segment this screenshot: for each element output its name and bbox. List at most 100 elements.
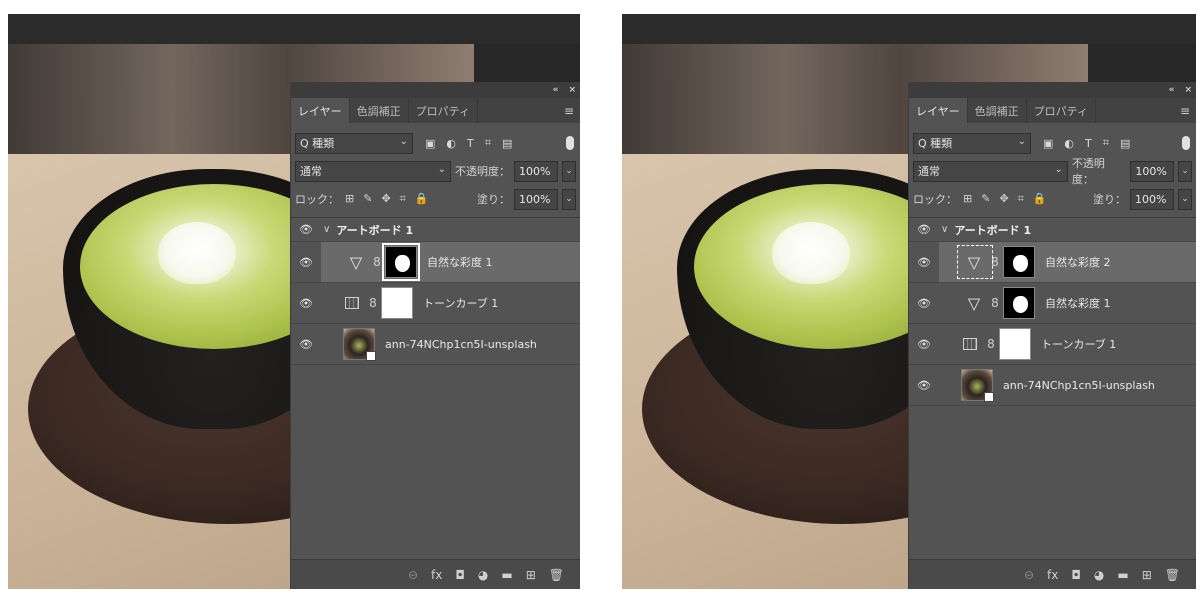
image-icon[interactable]: ▣ bbox=[425, 137, 435, 150]
type-icon[interactable]: T bbox=[467, 137, 474, 150]
eye-icon[interactable]: 👁 bbox=[291, 223, 321, 236]
close-icon[interactable]: × bbox=[568, 85, 576, 95]
blend-mode-select[interactable]: 通常 ⌄ bbox=[913, 160, 1068, 182]
trash-icon[interactable]: 🗑 bbox=[549, 568, 564, 582]
fill-field[interactable]: 100% bbox=[1130, 188, 1174, 210]
curves-icon bbox=[963, 338, 977, 350]
fill-dropdown-icon[interactable]: ⌄ bbox=[562, 188, 576, 210]
layer-row[interactable]: 👁 ann-74NChp1cn5I-unsplash bbox=[909, 365, 1196, 406]
new-layer-icon[interactable]: ⊞ bbox=[1142, 568, 1152, 582]
link-icon[interactable]: 8 bbox=[367, 296, 379, 310]
layer-mask-thumbnail[interactable] bbox=[381, 287, 413, 319]
eye-icon[interactable]: 👁 bbox=[291, 338, 321, 351]
eye-icon[interactable]: 👁 bbox=[909, 297, 939, 310]
opacity-field[interactable]: 100% bbox=[1130, 160, 1175, 182]
new-layer-icon[interactable]: ⊞ bbox=[526, 568, 536, 582]
filter-toggle[interactable] bbox=[1182, 136, 1190, 150]
link-icon[interactable]: 8 bbox=[371, 255, 383, 269]
layer-mask-thumbnail[interactable] bbox=[999, 328, 1031, 360]
fx-icon[interactable]: fx bbox=[431, 568, 442, 582]
opacity-dropdown-icon[interactable]: ⌄ bbox=[1178, 160, 1193, 182]
lock-artboard-icon[interactable]: ⌗ bbox=[400, 192, 406, 206]
link-icon[interactable]: ⊖ bbox=[408, 568, 418, 582]
eye-icon[interactable]: 👁 bbox=[291, 297, 321, 310]
opacity-label: 不透明度： bbox=[1071, 157, 1105, 186]
blend-row: 通常 ⌄ 不透明度： 100% ⌄ bbox=[909, 157, 1196, 186]
shape-icon[interactable]: ⌗ bbox=[485, 136, 491, 150]
lock-all-icon[interactable]: 🔒 bbox=[415, 192, 429, 206]
tab-layers[interactable]: レイヤー bbox=[291, 98, 350, 123]
collapse-icon[interactable]: « bbox=[553, 85, 559, 95]
layer-mask-thumbnail[interactable] bbox=[1003, 246, 1035, 278]
layer-row[interactable]: 👁 ▽ 8 自然な彩度 1 bbox=[291, 242, 580, 283]
smartobject-icon[interactable]: ▤ bbox=[502, 137, 512, 150]
lock-transparent-icon[interactable]: ⊞ bbox=[345, 192, 354, 206]
type-icon[interactable]: T bbox=[1085, 137, 1092, 150]
fill-field[interactable]: 100% bbox=[514, 188, 558, 210]
link-icon[interactable]: ⊖ bbox=[1024, 568, 1034, 582]
image-icon[interactable]: ▣ bbox=[1043, 137, 1053, 150]
link-icon[interactable]: 8 bbox=[985, 337, 997, 351]
fill-dropdown-icon[interactable]: ⌄ bbox=[1178, 188, 1192, 210]
lock-all-icon[interactable]: 🔒 bbox=[1033, 192, 1047, 206]
fx-icon[interactable]: fx bbox=[1047, 568, 1058, 582]
folder-icon[interactable]: ▬ bbox=[1117, 568, 1128, 582]
filter-kind-label: Q 種類 bbox=[918, 137, 953, 150]
chevron-down-icon[interactable]: ∨ bbox=[323, 224, 330, 235]
eye-icon[interactable]: 👁 bbox=[909, 379, 939, 392]
fill-adjustment-icon[interactable]: ◕ bbox=[1094, 568, 1104, 582]
opacity-label: 不透明度： bbox=[455, 165, 510, 178]
opacity-dropdown-icon[interactable]: ⌄ bbox=[562, 160, 576, 182]
shape-icon[interactable]: ⌗ bbox=[1103, 136, 1109, 150]
layer-thumbnail[interactable] bbox=[343, 328, 376, 361]
close-icon[interactable]: × bbox=[1184, 85, 1192, 95]
mask-icon[interactable]: ◘ bbox=[1071, 568, 1081, 582]
blend-mode-select[interactable]: 通常 ⌄ bbox=[295, 160, 451, 182]
layer-row[interactable]: 👁 ▽ 8 自然な彩度 1 bbox=[909, 283, 1196, 324]
layer-row[interactable]: 👁 8 トーンカーブ 1 bbox=[909, 324, 1196, 365]
tab-properties[interactable]: プロパティ bbox=[409, 98, 479, 123]
tab-adjustments[interactable]: 色調補正 bbox=[350, 98, 409, 123]
eye-icon[interactable]: 👁 bbox=[291, 256, 321, 269]
group-name: アートボード 1 bbox=[954, 223, 1032, 237]
layer-row[interactable]: 👁 ▽ 8 自然な彩度 2 bbox=[909, 242, 1196, 283]
adjustment-icon[interactable]: ◐ bbox=[1064, 137, 1074, 150]
trash-icon[interactable]: 🗑 bbox=[1165, 568, 1180, 582]
eye-icon[interactable]: 👁 bbox=[909, 338, 939, 351]
tab-layers[interactable]: レイヤー bbox=[909, 98, 968, 123]
lock-position-icon[interactable]: ✥ bbox=[999, 192, 1008, 206]
layer-row[interactable]: 👁 ann-74NChp1cn5I-unsplash bbox=[291, 324, 580, 365]
lock-image-icon[interactable]: ✎ bbox=[981, 192, 990, 206]
tab-adjustments[interactable]: 色調補正 bbox=[968, 98, 1027, 123]
lock-position-icon[interactable]: ✥ bbox=[381, 192, 390, 206]
vibrance-icon: ▽ bbox=[967, 293, 981, 313]
layer-name: 自然な彩度 1 bbox=[1045, 297, 1111, 310]
eye-icon[interactable]: 👁 bbox=[909, 223, 939, 236]
layer-group-artboard[interactable]: 👁 ∨ アートボード 1 bbox=[291, 218, 580, 242]
layer-row[interactable]: 👁 8 トーンカーブ 1 bbox=[291, 283, 580, 324]
mask-icon[interactable]: ◘ bbox=[455, 568, 465, 582]
folder-icon[interactable]: ▬ bbox=[501, 568, 512, 582]
filter-toggle[interactable] bbox=[566, 136, 574, 150]
eye-icon[interactable]: 👁 bbox=[909, 256, 939, 269]
group-name: アートボード 1 bbox=[336, 223, 414, 237]
tab-properties[interactable]: プロパティ bbox=[1027, 98, 1097, 123]
link-icon[interactable]: 8 bbox=[989, 296, 1001, 310]
opacity-field[interactable]: 100% bbox=[514, 160, 558, 182]
fill-adjustment-icon[interactable]: ◕ bbox=[478, 568, 488, 582]
chevron-down-icon[interactable]: ∨ bbox=[941, 224, 948, 235]
layer-mask-thumbnail[interactable] bbox=[1003, 287, 1035, 319]
adjustment-icon[interactable]: ◐ bbox=[446, 137, 456, 150]
layer-mask-thumbnail[interactable] bbox=[382, 243, 420, 281]
lock-transparent-icon[interactable]: ⊞ bbox=[963, 192, 972, 206]
lock-artboard-icon[interactable]: ⌗ bbox=[1018, 192, 1024, 206]
filter-kind-select[interactable]: Q 種類 ⌄ bbox=[295, 132, 413, 154]
lock-image-icon[interactable]: ✎ bbox=[363, 192, 372, 206]
panel-menu-icon[interactable]: ≡ bbox=[564, 104, 574, 118]
layer-thumbnail[interactable] bbox=[961, 369, 994, 402]
collapse-icon[interactable]: « bbox=[1169, 85, 1175, 95]
smartobject-icon[interactable]: ▤ bbox=[1120, 137, 1130, 150]
panel-menu-icon[interactable]: ≡ bbox=[1180, 104, 1190, 118]
layer-group-artboard[interactable]: 👁 ∨ アートボード 1 bbox=[909, 218, 1196, 242]
filter-kind-select[interactable]: Q 種類 ⌄ bbox=[913, 132, 1031, 154]
